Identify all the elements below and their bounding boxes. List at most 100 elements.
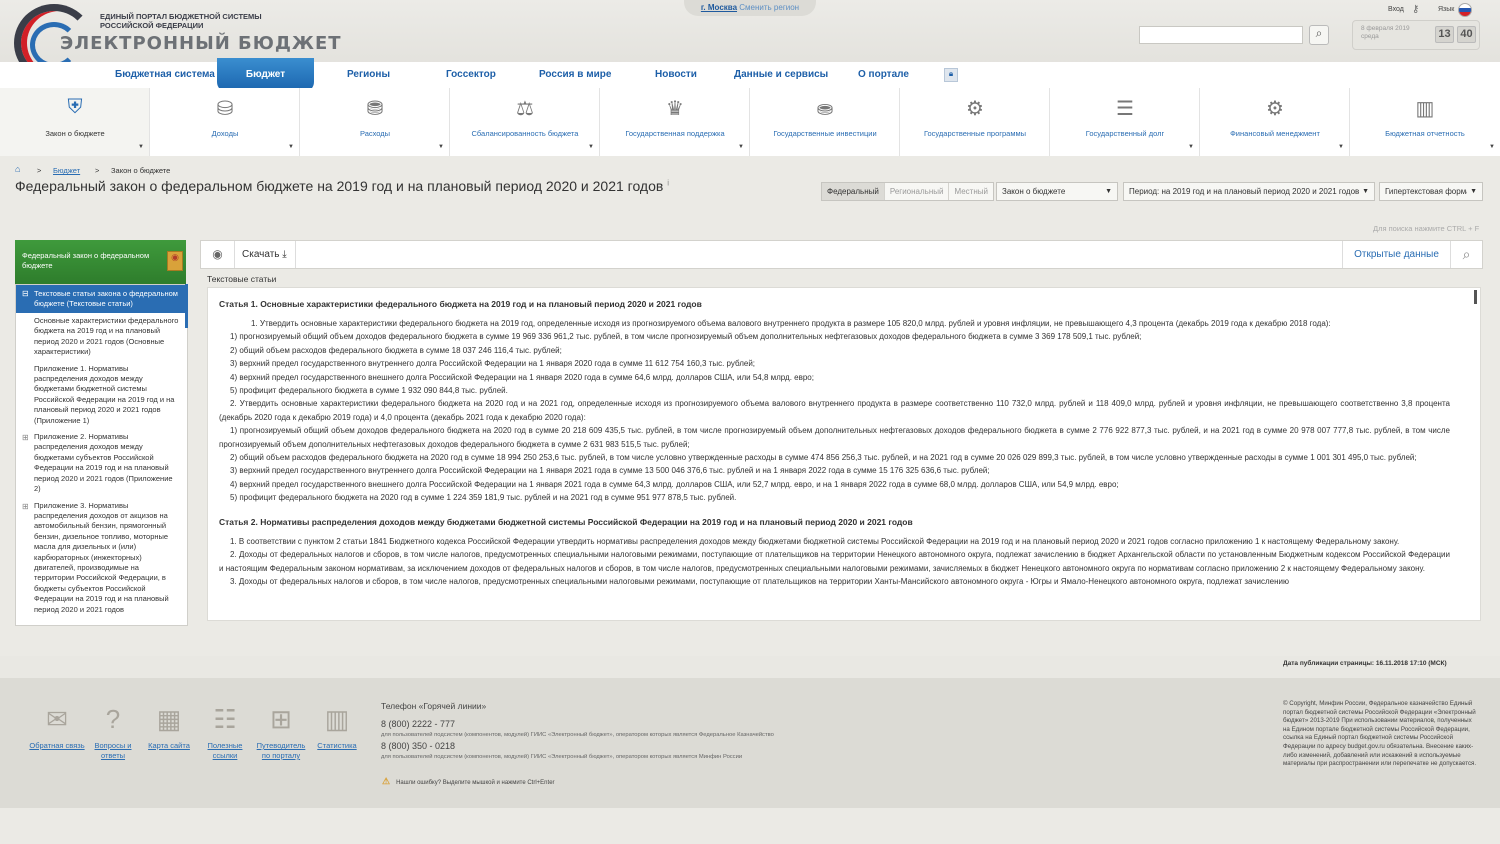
guide-icon: ⊞ xyxy=(270,704,292,734)
footer-link-faq[interactable]: ? Вопросы и ответы xyxy=(85,702,141,761)
tree-item[interactable]: Основные характеристики федерального бюд… xyxy=(16,313,187,361)
links-icon: ☷ xyxy=(213,704,237,734)
nav-public-sector[interactable]: Госсектор xyxy=(446,69,496,80)
region-selector: г. Москва Сменить регион xyxy=(684,0,816,16)
article-paragraph: 4) верхний предел государственного внешн… xyxy=(230,372,814,382)
level-local[interactable]: Местный xyxy=(949,183,993,200)
search-input[interactable] xyxy=(1139,26,1303,44)
download-button[interactable]: Скачать ⤓ xyxy=(236,241,296,268)
format-select[interactable]: Гипертекстовая форма ▼ xyxy=(1379,182,1483,201)
clock-minutes: 40 xyxy=(1457,26,1476,43)
section-select[interactable]: Закон о бюджете ▼ xyxy=(996,182,1118,201)
tree-item-label: Приложение 2. Нормативы распределения до… xyxy=(34,432,173,494)
dropdown-arrow-icon: ▼ xyxy=(1489,144,1495,150)
breadcrumb: Бюджет xyxy=(53,166,80,175)
expand-icon[interactable]: ⊞ xyxy=(22,433,29,443)
tree-item-label: Приложение 1. Нормативы распределения до… xyxy=(34,363,175,425)
logo-text[interactable]: ЭЛЕКТРОННЫЙ БЮДЖЕТ xyxy=(60,33,342,54)
subnav-income[interactable]: ⛁ Доходы ▼ xyxy=(150,88,300,156)
question-icon: ? xyxy=(105,704,121,734)
login-link[interactable]: Вход xyxy=(1388,6,1404,13)
hotline-note-1: для пользователей подсистем (компонентов… xyxy=(381,732,774,738)
home-icon[interactable]: ⌂ xyxy=(15,164,20,174)
nav-russia-world[interactable]: Россия в мире xyxy=(539,69,611,80)
subnav-label: Бюджетная отчетность xyxy=(1385,129,1465,138)
article-paragraph: 1. Утвердить основные характеристики фед… xyxy=(251,319,1331,328)
footer-link-label: Вопросы и ответы xyxy=(94,741,132,760)
nav-budget-system[interactable]: Бюджетная система xyxy=(115,69,215,80)
subnav-label: Расходы xyxy=(359,129,391,138)
city-link[interactable]: г. Москва xyxy=(701,3,737,12)
subnav-label: Сбалансированность бюджета xyxy=(471,129,579,138)
expenses-icon: ⛃ xyxy=(366,98,384,120)
dropdown-arrow-icon: ▼ xyxy=(438,144,444,150)
download-icon: ⤓ xyxy=(282,249,287,260)
tree-item[interactable]: Приложение 1. Нормативы распределения до… xyxy=(16,361,187,429)
subnav-investments[interactable]: ⛂ Государственные инвестиции xyxy=(750,88,900,156)
tree-item-label: Текстовые статьи закона о федеральном бю… xyxy=(34,289,178,308)
content-tab[interactable]: Текстовые статьи xyxy=(207,274,276,284)
download-label: Скачать xyxy=(242,249,280,260)
subnav-reporting[interactable]: ▥ Бюджетная отчетность ▼ xyxy=(1350,88,1500,156)
tree-item-label: Приложение 3. Нормативы распределения до… xyxy=(34,500,169,614)
nav-data-services[interactable]: Данные и сервисы xyxy=(734,69,828,80)
nav-budget[interactable]: Бюджет xyxy=(217,58,314,92)
hotline-phone-1: 8 (800) 2222 - 777 xyxy=(381,719,456,729)
subnav-label: Закон о бюджете xyxy=(45,129,105,138)
subnav-programs[interactable]: ⚙ Государственные программы xyxy=(900,88,1050,156)
nav-regions[interactable]: Регионы xyxy=(347,69,390,80)
format-select-value: Гипертекстовая форма xyxy=(1385,187,1471,196)
eagle-icon: ♛ xyxy=(666,98,684,120)
footer-link-useful[interactable]: ☷ Полезные ссылки xyxy=(197,702,253,761)
russian-flag-icon[interactable] xyxy=(1458,3,1472,17)
level-regional[interactable]: Региональный xyxy=(885,183,950,200)
eye-icon[interactable]: ◉ xyxy=(201,241,235,268)
subnav-law[interactable]: ⛨ Закон о бюджете ▼ xyxy=(0,88,150,156)
footer-link-label: Путеводитель по порталу xyxy=(256,741,306,760)
hotline-phone-2: 8 (800) 350 - 0218 xyxy=(381,741,456,751)
article-paragraph: 2. Утвердить основные характеристики фед… xyxy=(219,399,1450,422)
lock-icon[interactable]: 🔒︎ xyxy=(944,68,958,82)
subnav-management[interactable]: ⚙ Финансовый менеджмент ▼ xyxy=(1200,88,1350,156)
tree-item[interactable]: ⊞ Приложение 2. Нормативы распределения д… xyxy=(16,429,187,497)
subnav-expenses[interactable]: ⛃ Расходы ▼ xyxy=(300,88,450,156)
footer-link-guide[interactable]: ⊞ Путеводитель по порталу xyxy=(253,702,309,761)
chevron-down-icon: ▼ xyxy=(1105,188,1112,195)
nav-about[interactable]: О портале xyxy=(858,69,909,80)
subnav-debt[interactable]: ☰ Государственный долг ▼ xyxy=(1050,88,1200,156)
open-data-button[interactable]: Открытые данные xyxy=(1342,241,1450,268)
search-icon[interactable]: ⌕ xyxy=(1450,241,1482,268)
article-paragraph: 3. Доходы от федеральных налогов и сборо… xyxy=(230,576,1289,586)
article-title: Статья 2. Нормативы распределения доходо… xyxy=(219,516,913,527)
dropdown-arrow-icon: ▼ xyxy=(1188,144,1194,150)
nav-news[interactable]: Новости xyxy=(655,69,697,80)
article-paragraph: 3) верхний предел государственного внутр… xyxy=(230,466,990,476)
level-federal[interactable]: Федеральный xyxy=(822,183,885,200)
sidebar-header[interactable]: Федеральный закон о федеральном бюджете ◉ xyxy=(15,240,186,284)
sidebar-scrollbar[interactable] xyxy=(185,284,188,328)
investments-icon: ⛂ xyxy=(816,98,834,120)
tree-item-selected[interactable]: ⊟ Текстовые статьи закона о федеральном б… xyxy=(16,285,187,313)
sidebar-title: Федеральный закон о федеральном бюджете xyxy=(22,251,150,270)
tree-item[interactable]: ⊞ Приложение 3. Нормативы распределения д… xyxy=(16,498,187,618)
period-select[interactable]: Период: на 2019 год и на плановый период… xyxy=(1123,182,1375,201)
change-region-link[interactable]: Сменить регион xyxy=(739,3,799,12)
subnav-balance[interactable]: ⚖ Сбалансированность бюджета ▼ xyxy=(450,88,600,156)
breadcrumb-budget[interactable]: Бюджет xyxy=(53,166,80,175)
envelope-icon: ✉ xyxy=(46,704,68,734)
footer-link-statistics[interactable]: ▥ Статистика xyxy=(309,702,365,751)
collapse-icon[interactable]: ⊟ xyxy=(22,289,29,299)
article-paragraph: 3) верхний предел государственного внутр… xyxy=(230,359,756,369)
period-select-value: Период: на 2019 год и на плановый период… xyxy=(1129,187,1360,196)
search-icon[interactable]: ⌕ xyxy=(1309,25,1329,45)
chevron-down-icon: ▼ xyxy=(1467,183,1477,200)
expand-icon[interactable]: ⊞ xyxy=(22,502,29,512)
scales-icon: ⚖ xyxy=(516,98,534,120)
subnav-label: Государственные программы xyxy=(923,129,1027,138)
subnav-support[interactable]: ♛ Государственная поддержка ▼ xyxy=(600,88,750,156)
footer-link-sitemap[interactable]: ▦ Карта сайта xyxy=(141,702,197,751)
content-scrollbar[interactable] xyxy=(1474,290,1477,304)
key-icon[interactable]: ⚷ xyxy=(1412,4,1419,15)
info-icon[interactable]: i xyxy=(667,178,669,187)
footer-link-feedback[interactable]: ✉ Обратная связь xyxy=(29,702,85,751)
